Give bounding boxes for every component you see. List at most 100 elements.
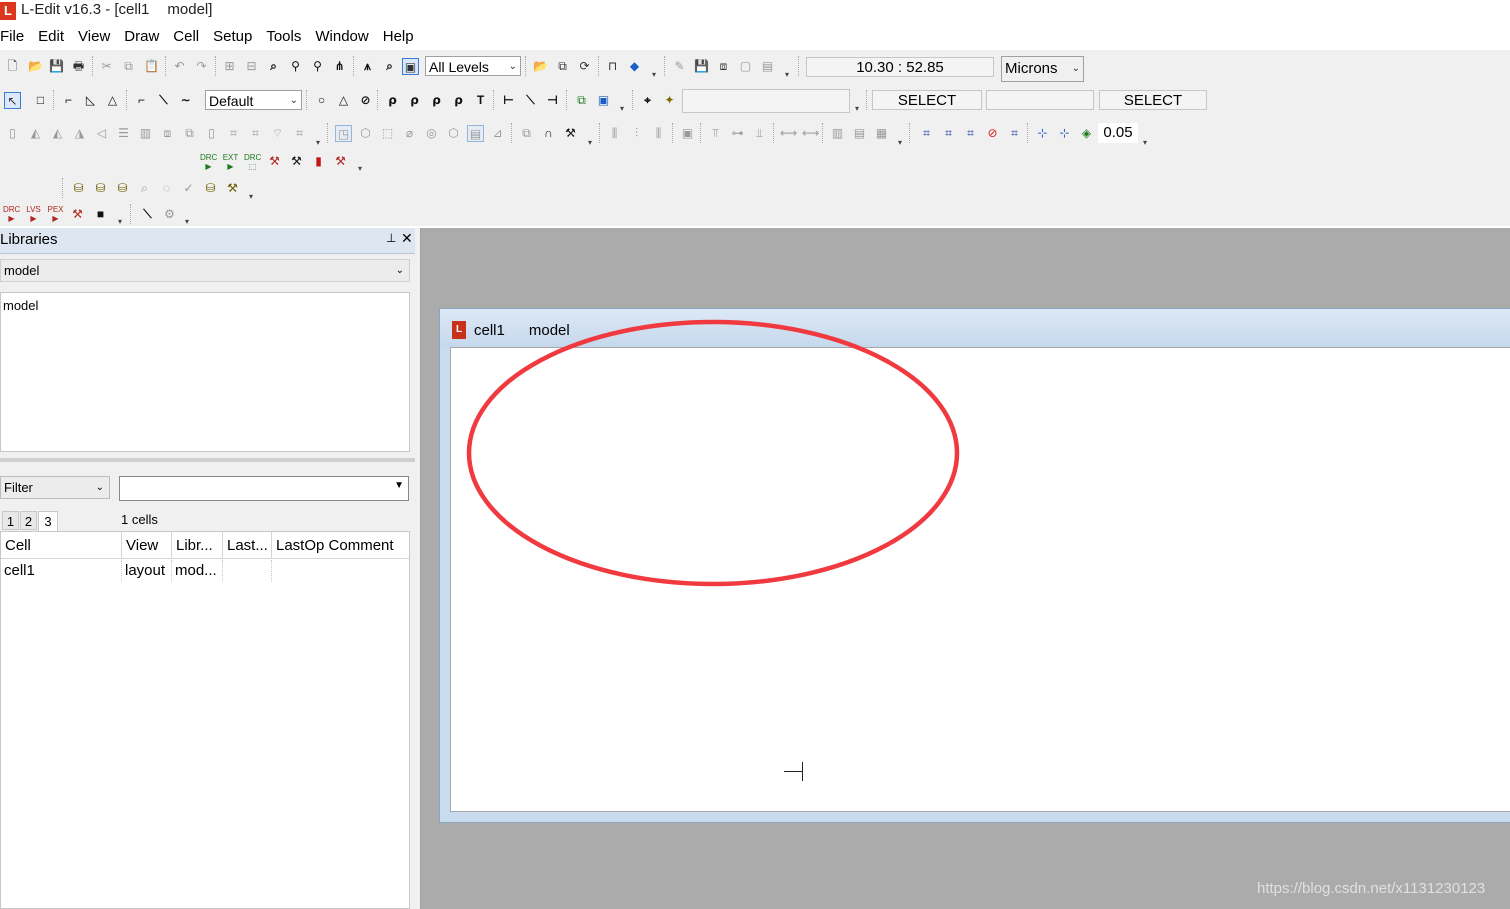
close-icon[interactable]: ✕ [401,230,413,247]
find-icon[interactable]: ⌕ [265,58,282,75]
label-icon[interactable]: ⊿ [489,125,506,142]
instance-icon[interactable]: ⧉ [573,92,590,109]
port-label-icon[interactable]: ⍴ [450,92,467,109]
find-cell-icon[interactable]: ⚲ [287,58,304,75]
error-navigator-icon[interactable]: ▮ [310,153,327,170]
probe-icon[interactable]: ⟍ [139,206,156,223]
wire-all-angle-icon[interactable]: ∼ [177,92,194,109]
ruler-icon[interactable]: ⩚ [359,58,376,75]
zoom-icon[interactable]: ⌕ [381,58,398,75]
library-select[interactable]: model ⌄ [0,259,410,282]
toolbar-overflow-icon[interactable]: ▾ [116,217,124,227]
save-all-cells-icon[interactable]: ⧈ [715,58,732,75]
chip-icon[interactable]: ▣ [679,125,696,142]
height-icon[interactable]: ⟷ [802,125,819,142]
snap-midpoint-icon[interactable]: ⌗ [962,125,979,142]
crop-icon[interactable]: ⌗ [225,125,242,142]
refresh-icon[interactable]: ⟳ [576,58,593,75]
toolbar-overflow-icon[interactable]: ▾ [853,104,861,114]
grid-major-icon[interactable]: ⊹ [1056,125,1073,142]
layer-order-icon[interactable]: ▦ [873,125,890,142]
distribute-icon[interactable]: ⫼ [650,125,667,142]
menu-edit[interactable]: Edit [31,26,71,48]
toolbar-overflow-icon[interactable]: ▾ [356,164,364,174]
new-file-icon[interactable]: 🗋 [4,58,21,75]
units-select[interactable]: Microns ⌄ [1001,56,1084,82]
toolbar-overflow-icon[interactable]: ▾ [783,70,791,80]
pex-icon[interactable]: PEX ▶ [47,205,64,223]
menu-cell[interactable]: Cell [166,26,206,48]
layer-palette-icon[interactable]: ▣ [402,58,419,75]
stack-icon[interactable]: ☰ [115,125,132,142]
3d-view-icon[interactable]: ◆ [626,58,643,75]
polygon-all-angle-icon[interactable]: △ [104,92,121,109]
zoom-out-box-icon[interactable]: ⊟ [243,58,260,75]
ruler-diagonal-icon[interactable]: ⟍ [522,92,539,109]
send-back-icon[interactable]: ▤ [851,125,868,142]
flip-horizontal-icon[interactable]: ◭ [27,125,44,142]
radius-icon[interactable]: ⌀ [401,125,418,142]
schematic-net-icon[interactable]: ⛁ [114,180,131,197]
verify-settings-icon[interactable]: ⚒ [69,206,86,223]
zoom-in-box-icon[interactable]: ⊞ [221,58,238,75]
toolbar-overflow-icon[interactable]: ▾ [247,192,255,202]
width-icon[interactable]: ⟷ [780,125,797,142]
ext-run-icon[interactable]: EXT ▶ [222,153,239,171]
filter-input[interactable]: ▼ [119,476,409,501]
text-box-icon[interactable]: ▤ [467,125,484,142]
tool-config-icon[interactable]: ⚒ [288,153,305,170]
torus-icon[interactable]: ⊘ [357,92,374,109]
tab-1[interactable]: 1 [2,511,19,530]
ruler-ends-icon[interactable]: ⊣ [544,92,561,109]
probe-settings-icon[interactable]: ⚙ [161,206,178,223]
ruler-horizontal-icon[interactable]: ⊢ [500,92,517,109]
move-edges-icon[interactable]: ⌗ [247,125,264,142]
highlight-net-icon[interactable]: ◌ [158,180,175,197]
window-cascade-icon[interactable]: ▤ [759,58,776,75]
window-tile-icon[interactable]: ▢ [737,58,754,75]
shrink-icon[interactable]: ⬚ [379,125,396,142]
filter-select[interactable]: Filter ⌄ [0,476,110,499]
toolbar-overflow-icon[interactable]: ▾ [896,138,904,148]
port-icon[interactable]: ⍴ [384,92,401,109]
menu-help[interactable]: Help [376,26,421,48]
console-icon[interactable]: ■ [92,206,109,223]
column-header-lastop-comment[interactable]: LastOp Comment [272,532,409,559]
abs-icon[interactable]: ⧉ [518,125,535,142]
pane-splitter[interactable] [0,458,415,462]
tool-settings-icon[interactable]: ⚒ [562,125,579,142]
align-bottom-icon[interactable]: ⫫ [751,125,768,142]
copy-icon[interactable]: ⧉ [120,58,137,75]
drc-tool-icon[interactable]: ⚒ [266,153,283,170]
schematic-import-icon[interactable]: ⛁ [70,180,87,197]
column-header-cell[interactable]: Cell [1,532,122,559]
menu-window[interactable]: Window [308,26,375,48]
schematic-place-icon[interactable]: ⛁ [202,180,219,197]
mirror-icon[interactable]: ◮ [71,125,88,142]
pencil-icon[interactable]: ✎ [671,58,688,75]
chop-icon[interactable]: ⌔ [269,125,286,142]
drc-setup-icon[interactable]: DRC ⬚ [244,153,261,171]
menu-file[interactable]: File [0,26,31,48]
dropdown-arrow-icon[interactable]: ▼ [394,480,404,491]
open-library-icon[interactable]: 📂 [532,58,549,75]
grow-icon[interactable]: ⬡ [357,125,374,142]
port-box-icon[interactable]: ⍴ [406,92,423,109]
nibble-icon[interactable]: ⌗ [291,125,308,142]
snap-vertex-icon[interactable]: ⌗ [918,125,935,142]
toolbar-overflow-icon[interactable]: ▾ [1141,138,1149,148]
pin-icon[interactable]: ⊥ [386,231,396,245]
select-arrow-icon[interactable]: ↖ [4,92,21,109]
toolbar-overflow-icon[interactable]: ▾ [618,104,626,114]
grid-layers-icon[interactable]: ◈ [1078,125,1095,142]
align-top-icon[interactable]: ⫪ [707,125,724,142]
array-icon[interactable]: ▣ [595,92,612,109]
node-highlight-icon[interactable]: ✦ [661,92,678,109]
align-middle-icon[interactable]: ⫶ [628,125,645,142]
find-next-icon[interactable]: ⚲ [309,58,326,75]
paste-icon[interactable]: 📋 [143,58,160,75]
menu-setup[interactable]: Setup [206,26,259,48]
group-icon[interactable]: ▥ [137,125,154,142]
cut-icon[interactable]: ✂ [98,58,115,75]
toolbar-overflow-icon[interactable]: ▾ [586,138,594,148]
